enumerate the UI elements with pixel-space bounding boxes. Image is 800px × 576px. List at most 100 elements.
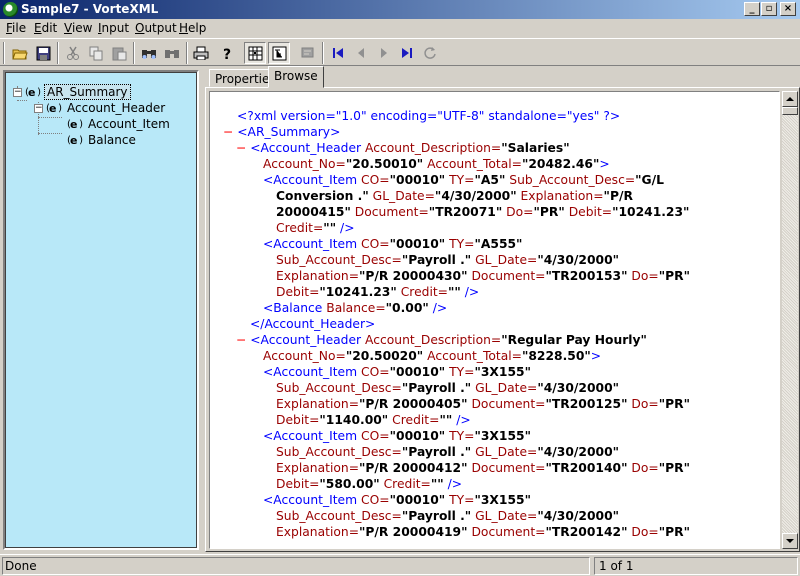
attribute-name: Do= <box>631 269 659 283</box>
label-part: ) <box>79 134 83 146</box>
attribute-value: "10241.23" <box>319 285 397 299</box>
xml-line: Sub_Account_Desc="Payroll ." GL_Date="4/… <box>276 444 619 460</box>
xml-line: Account_No="20.50010" Account_Total="204… <box>263 156 610 172</box>
attribute-name: Document= <box>471 461 546 475</box>
find-next-icon[interactable] <box>161 42 183 64</box>
scroll-up-button[interactable] <box>782 91 798 107</box>
element-tree[interactable]: − (e) AR_Summary − (e) Account_Header (e… <box>5 72 197 548</box>
attribute-value: "" <box>439 413 453 427</box>
toolbar-separator <box>322 42 324 64</box>
xml-line: <Account_Item CO="00010" TY="A5" Sub_Acc… <box>263 172 664 188</box>
attribute-name: Debit= <box>276 285 320 299</box>
maximize-button[interactable]: ▫ <box>761 2 777 16</box>
collapse-toggle[interactable]: − <box>34 103 43 113</box>
attribute-name: TY= <box>449 429 475 443</box>
menu-accelerator-key: E <box>34 21 42 35</box>
print-icon[interactable] <box>190 42 212 64</box>
attribute-name: Document= <box>471 269 546 283</box>
attribute-name: TY= <box>449 237 475 251</box>
scroll-thumb[interactable] <box>782 107 798 115</box>
attribute-name: Do= <box>506 205 534 219</box>
menu-input[interactable]: Input <box>98 21 129 35</box>
attribute-name: Document= <box>471 397 546 411</box>
xml-line: <Account_Item CO="00010" TY="3X155" <box>263 492 531 508</box>
label-part: ) <box>58 102 62 114</box>
collapse-toggle[interactable]: − <box>236 141 246 155</box>
minimize-button[interactable]: _ <box>744 2 760 16</box>
open-folder-icon[interactable] <box>9 42 31 64</box>
menu-output[interactable]: Output <box>135 21 177 35</box>
collapse-toggle[interactable]: − <box>13 87 22 97</box>
attribute-value: "580.00" <box>319 477 380 491</box>
attribute-name: CO= <box>361 365 390 379</box>
label-part: e <box>28 85 36 99</box>
attribute-value: "PR" <box>658 461 690 475</box>
xml-tag: > <box>599 157 610 171</box>
attribute-value: "3X155" <box>474 429 531 443</box>
first-record-icon[interactable] <box>327 42 349 64</box>
tree-node-label[interactable]: Account_Header <box>65 101 167 115</box>
tree-node-label[interactable]: Account_Item <box>86 117 172 131</box>
xml-line: Sub_Account_Desc="Payroll ." GL_Date="4/… <box>276 252 619 268</box>
find-icon[interactable] <box>138 42 160 64</box>
attribute-value: "3X155" <box>474 493 531 507</box>
close-button[interactable]: × <box>780 2 796 16</box>
label-part: ) <box>79 118 83 130</box>
xml-line: − <Account_Header Account_Description="R… <box>236 332 647 348</box>
paste-icon[interactable] <box>108 42 130 64</box>
attribute-name: Credit= <box>400 285 448 299</box>
attribute-value: "G/L <box>635 173 664 187</box>
save-icon[interactable] <box>32 42 54 64</box>
status-text: Done <box>2 557 590 575</box>
refresh-icon[interactable] <box>419 42 441 64</box>
attribute-name: Sub_Account_Desc= <box>276 381 402 395</box>
tree-node-account-item[interactable]: (e) Account_Item <box>67 116 172 132</box>
element-node-icon: (e) <box>25 86 41 99</box>
scroll-down-button[interactable] <box>782 533 798 549</box>
attribute-value: 20000415" <box>276 205 351 219</box>
menu-file[interactable]: File <box>6 21 26 35</box>
tree-node-label[interactable]: AR_Summary <box>44 84 131 100</box>
attribute-value: "TR200142" <box>545 525 628 539</box>
menu-bar: File Edit View Input Output Help <box>0 19 800 38</box>
copy-icon[interactable] <box>85 42 107 64</box>
attribute-value: "TR200125" <box>545 397 628 411</box>
vertical-scrollbar[interactable] <box>782 91 798 549</box>
xml-line: Explanation="P/R 20000419" Document="TR2… <box>276 524 690 540</box>
attribute-value: "Payroll ." <box>401 445 472 459</box>
attribute-name: Account_No= <box>263 349 346 363</box>
last-record-icon[interactable] <box>396 42 418 64</box>
attribute-value: "" <box>323 221 337 235</box>
tree-node-balance[interactable]: (e) Balance <box>67 132 138 148</box>
menu-accelerator-key: H <box>179 21 189 35</box>
attribute-value: "00010" <box>389 365 446 379</box>
menu-help[interactable]: Help <box>179 21 206 35</box>
grid-view-icon[interactable] <box>244 42 266 64</box>
attribute-value: "Salaries" <box>501 141 570 155</box>
label-part: e <box>70 117 78 131</box>
xml-tag: /> <box>340 221 355 235</box>
window-title: Sample7 - VorteXML <box>21 2 159 16</box>
comment-icon[interactable] <box>296 42 318 64</box>
tree-node-account-header[interactable]: − (e) Account_Header <box>34 100 167 116</box>
app-icon[interactable] <box>3 2 18 17</box>
help-icon[interactable]: ? <box>216 42 238 64</box>
menu-view[interactable]: View <box>64 21 92 35</box>
xml-tag: <Account_Item <box>263 237 358 251</box>
collapse-toggle[interactable]: − <box>236 333 246 347</box>
previous-record-icon[interactable] <box>350 42 372 64</box>
tree-view-icon[interactable] <box>268 42 290 64</box>
menu-edit[interactable]: Edit <box>34 21 57 35</box>
tab-browse[interactable]: Browse <box>268 66 324 88</box>
cut-icon[interactable] <box>62 42 84 64</box>
next-record-icon[interactable] <box>373 42 395 64</box>
xml-tag: <AR_Summary> <box>237 125 341 139</box>
collapse-toggle[interactable]: − <box>223 125 233 139</box>
attribute-name: GL_Date= <box>475 253 538 267</box>
tree-node-ar-summary[interactable]: − (e) AR_Summary <box>13 84 131 100</box>
attribute-name: CO= <box>361 429 390 443</box>
tree-connector <box>38 133 62 134</box>
xml-view[interactable]: <?xml version="1.0" encoding="UTF-8" sta… <box>209 91 780 549</box>
xml-tag: <Account_Item <box>263 429 358 443</box>
tree-node-label[interactable]: Balance <box>86 133 138 147</box>
